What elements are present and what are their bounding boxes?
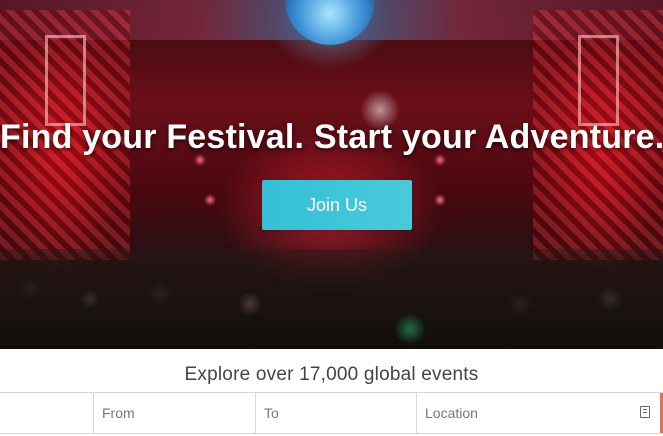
- hero-title: Find your Festival. Start your Adventure…: [0, 118, 663, 156]
- explore-section: Explore over 17,000 global events: [0, 349, 663, 393]
- to-date-input[interactable]: [256, 393, 416, 433]
- join-us-button[interactable]: Join Us: [262, 180, 412, 230]
- search-keyword-cell: [0, 393, 94, 433]
- search-location-cell: [417, 393, 663, 433]
- search-to-cell: [256, 393, 417, 433]
- keyword-input[interactable]: [0, 393, 93, 433]
- event-search-bar: [0, 392, 663, 434]
- search-from-cell: [94, 393, 256, 433]
- hero-banner: Find your Festival. Start your Adventure…: [0, 0, 663, 349]
- from-date-input[interactable]: [94, 393, 255, 433]
- calendar-icon[interactable]: [640, 406, 650, 418]
- crowd-silhouette: [0, 249, 663, 349]
- explore-events-text: Explore over 17,000 global events: [184, 364, 479, 385]
- location-input[interactable]: [417, 393, 660, 433]
